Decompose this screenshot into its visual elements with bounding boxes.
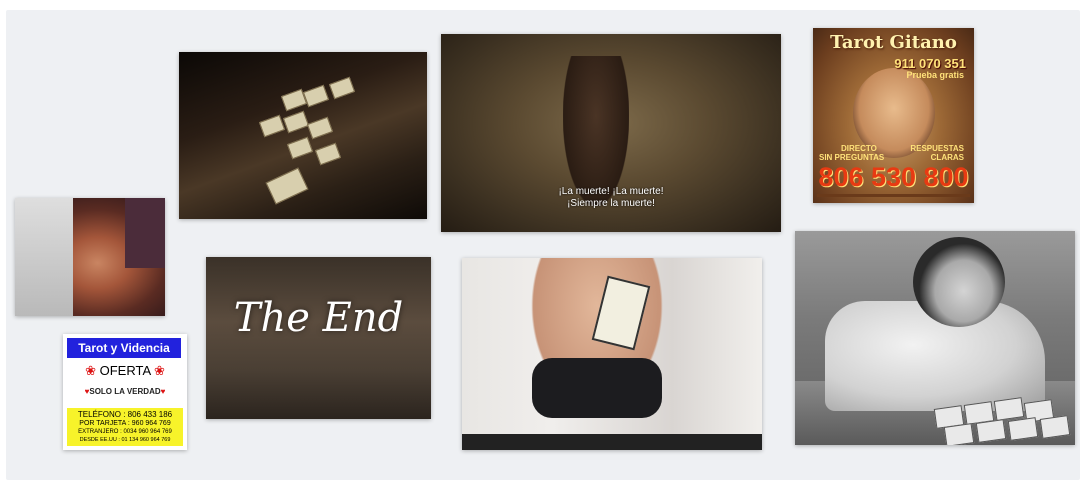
ad-header: Tarot y Videncia xyxy=(67,338,181,358)
playing-card xyxy=(1039,415,1071,439)
ad-line: POR TARJETA : 960 964 769 xyxy=(79,420,171,427)
playing-card xyxy=(258,114,286,138)
shorts-shape xyxy=(532,358,662,418)
image-girl-with-tarot[interactable] xyxy=(462,258,762,450)
ad-line: DESDE EE.UU : 01 134 960 964 769 xyxy=(79,437,171,443)
woman-figure xyxy=(563,56,629,206)
image-tarot-gitano-poster[interactable]: Tarot Gitano 911 070 351 Prueba gratis D… xyxy=(813,28,974,203)
floor-strip xyxy=(462,434,762,450)
image-woman-reading-cards[interactable] xyxy=(795,231,1075,445)
sleeve-shape xyxy=(15,198,73,316)
image-cave-scene[interactable]: ¡La muerte! ¡La muerte! ¡Siempre la muer… xyxy=(441,34,781,232)
the-end-title: The End xyxy=(233,295,404,341)
poster-answers: RESPUESTAS xyxy=(910,144,964,153)
image-the-end[interactable]: The End xyxy=(206,257,431,419)
poster-no-questions: SIN PREGUNTAS xyxy=(819,153,885,162)
playing-card xyxy=(282,110,310,134)
rose-icon: ❀ xyxy=(154,363,165,378)
ad-truth-text: SOLO LA VERDAD xyxy=(89,387,161,396)
poster-clear: CLARAS xyxy=(930,153,964,162)
playing-card xyxy=(286,136,314,160)
playing-card xyxy=(1007,417,1039,441)
ad-offer: ❀ OFERTA ❀ xyxy=(63,363,187,379)
rose-icon: ❀ xyxy=(85,363,96,378)
poster-phone-big: 806 530 800 xyxy=(818,162,969,192)
playing-card xyxy=(314,142,342,166)
subtitle: ¡La muerte! ¡La muerte! ¡Siempre la muer… xyxy=(441,186,781,210)
ad-line: TELÉFONO : 806 433 186 xyxy=(77,410,173,419)
sleeve-shape xyxy=(125,198,165,268)
heart-icon: ♥ xyxy=(160,387,166,396)
poster-title: Tarot Gitano xyxy=(830,32,957,53)
playing-card xyxy=(975,419,1007,443)
subtitle-line: ¡La muerte! ¡La muerte! xyxy=(558,186,664,197)
card-deck xyxy=(265,167,309,205)
subtitle-line: ¡Siempre la muerte! xyxy=(567,198,655,209)
poster-phone-top: 911 070 351 xyxy=(894,56,966,71)
image-cards-on-table[interactable] xyxy=(179,52,427,219)
poster-fine-print xyxy=(817,194,970,197)
playing-card xyxy=(993,397,1025,421)
ad-offer-text: OFERTA xyxy=(99,363,151,378)
playing-card xyxy=(943,423,975,445)
playing-card xyxy=(328,76,356,100)
ad-contact-box: TELÉFONO : 806 433 186 POR TARJETA : 960… xyxy=(67,408,183,446)
ad-truth: ♥SOLO LA VERDAD♥ xyxy=(63,387,187,396)
playing-card xyxy=(302,84,330,108)
poster-direct: DIRECTO xyxy=(841,144,877,153)
image-hands-reading[interactable] xyxy=(15,198,165,316)
head-shape xyxy=(913,237,1005,327)
image-tarot-ad[interactable]: Tarot y Videncia ❀ OFERTA ❀ ♥SOLO LA VER… xyxy=(63,334,187,450)
poster-free: Prueba gratis xyxy=(906,70,964,80)
playing-card xyxy=(306,116,334,140)
